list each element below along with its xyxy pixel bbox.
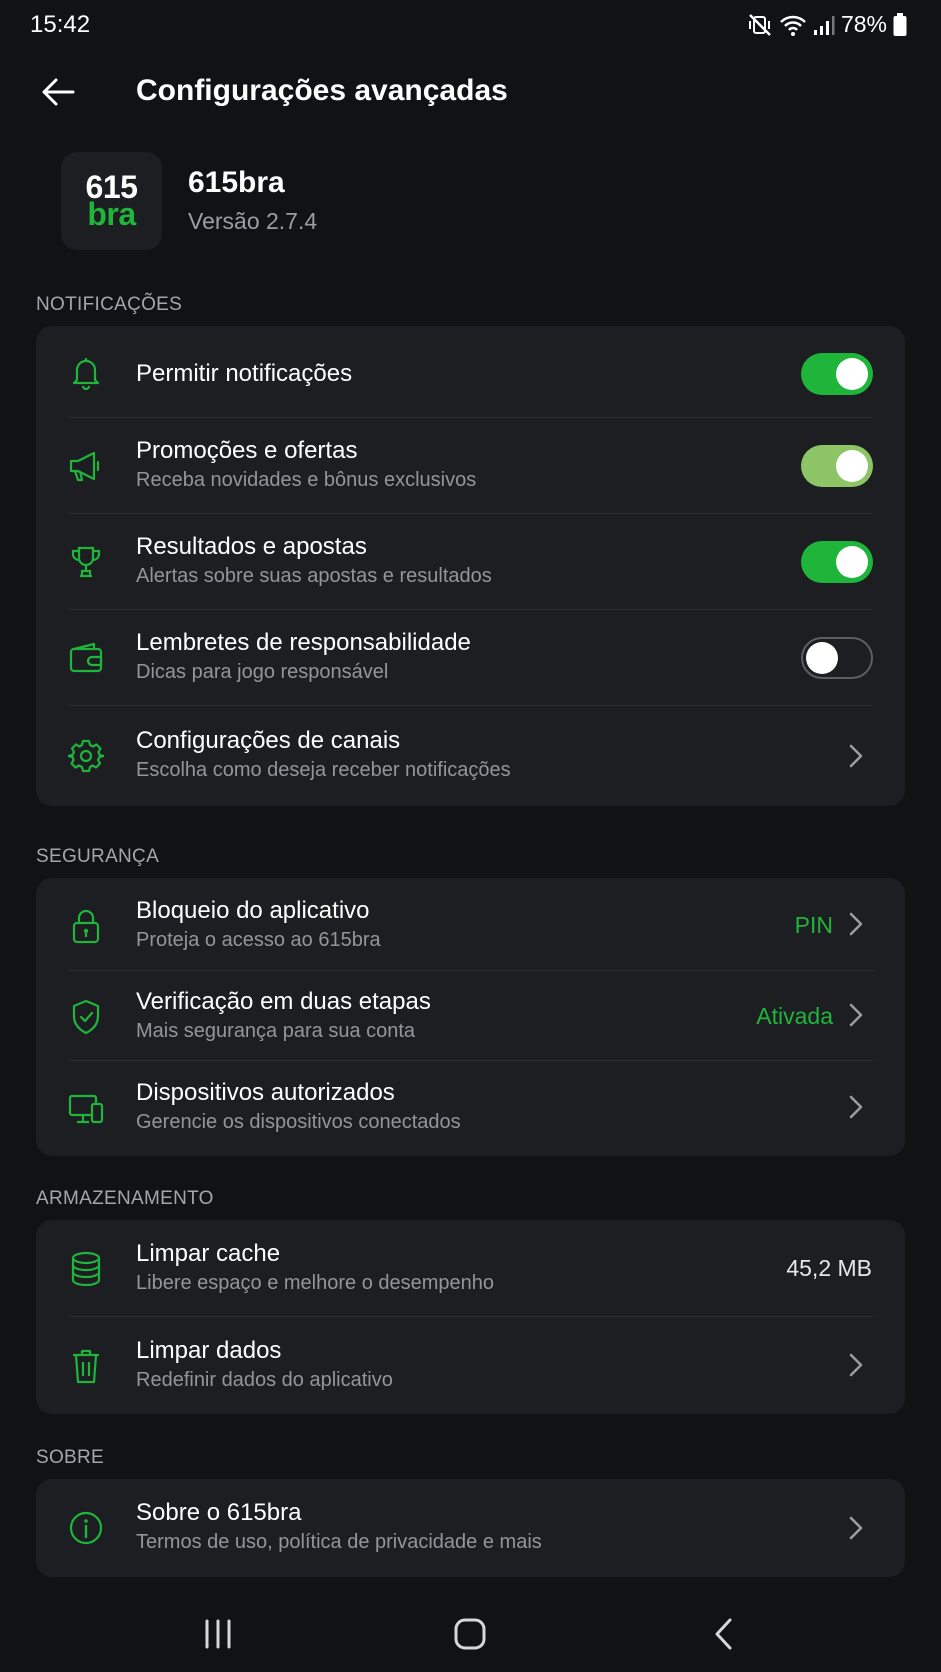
signal-icon xyxy=(813,14,835,36)
notification-row-channels[interactable]: Configurações de canais Escolha como des… xyxy=(36,706,905,806)
about-card: Sobre o 615bra Termos de uso, política d… xyxy=(36,1479,905,1577)
status-bar: 15:42 78% xyxy=(0,0,941,50)
recent-apps-icon xyxy=(205,1619,231,1649)
chevron-right-icon xyxy=(849,744,863,768)
app-logo: 615 bra xyxy=(61,152,162,250)
gear-icon xyxy=(66,736,106,776)
bell-icon xyxy=(66,352,106,392)
chevron-right-icon xyxy=(849,1095,863,1119)
home-icon xyxy=(454,1618,486,1650)
storage-card: Limpar cache Libere espaço e melhore o d… xyxy=(36,1220,905,1414)
security-card: Bloqueio do aplicativo Proteja o acesso … xyxy=(36,878,905,1156)
wallet-icon xyxy=(66,638,106,678)
promotions-toggle[interactable] xyxy=(801,445,873,487)
row-title: Promoções e ofertas xyxy=(136,437,358,464)
megaphone-icon xyxy=(66,446,106,486)
row-title: Bloqueio do aplicativo xyxy=(136,897,370,924)
app-header: 615 bra 615bra Versão 2.7.4 xyxy=(61,152,881,252)
row-subtitle: Alertas sobre suas apostas e resultados xyxy=(136,565,492,587)
section-label-security: SEGURANÇA xyxy=(36,846,160,867)
home-button[interactable] xyxy=(440,1610,500,1658)
database-icon xyxy=(66,1249,106,1289)
notification-row-promotions[interactable]: Promoções e ofertas Receba novidades e b… xyxy=(36,418,905,514)
row-subtitle: Receba novidades e bônus exclusivos xyxy=(136,469,477,491)
notifications-card: Permitir notificações Promoções e oferta… xyxy=(36,326,905,806)
status-time: 15:42 xyxy=(30,11,91,38)
back-button[interactable] xyxy=(36,72,80,112)
mute-vibrate-icon xyxy=(747,13,773,37)
security-row-two-step[interactable]: Verificação em duas etapas Mais seguranç… xyxy=(36,971,905,1061)
row-subtitle: Mais segurança para sua conta xyxy=(136,1020,416,1042)
section-label-about: SOBRE xyxy=(36,1447,105,1468)
row-title: Limpar cache xyxy=(136,1240,281,1267)
chevron-right-icon xyxy=(849,912,863,936)
app-bar: Configurações avançadas xyxy=(0,60,941,122)
app-version: Versão 2.7.4 xyxy=(188,208,318,234)
info-icon xyxy=(66,1508,106,1548)
section-label-notifications: NOTIFICAÇÕES xyxy=(36,294,183,315)
system-nav-bar xyxy=(0,1610,941,1658)
row-title: Dispositivos autorizados xyxy=(136,1079,395,1106)
responsibility-toggle[interactable] xyxy=(801,637,873,679)
recent-apps-button[interactable] xyxy=(188,1610,248,1658)
two-step-value: Ativada xyxy=(756,1003,833,1029)
results-toggle[interactable] xyxy=(801,541,873,583)
shield-icon xyxy=(66,997,106,1037)
storage-row-cache[interactable]: Limpar cache Libere espaço e melhore o d… xyxy=(36,1220,905,1317)
allow-notifications-toggle[interactable] xyxy=(801,353,873,395)
wifi-icon xyxy=(779,13,807,37)
app-name: 615bra xyxy=(188,166,285,199)
battery-icon xyxy=(893,12,907,37)
row-title: Sobre o 615bra xyxy=(136,1499,302,1526)
status-icons: 78% xyxy=(747,11,907,38)
storage-row-data[interactable]: Limpar dados Redefinir dados do aplicati… xyxy=(36,1317,905,1414)
app-lock-value: PIN xyxy=(794,912,833,938)
arrow-left-icon xyxy=(42,78,75,106)
notification-row-results[interactable]: Resultados e apostas Alertas sobre suas … xyxy=(36,514,905,610)
row-title: Limpar dados xyxy=(136,1337,282,1364)
row-subtitle: Termos de uso, política de privacidade e… xyxy=(136,1531,542,1553)
row-title: Permitir notificações xyxy=(136,360,353,387)
about-row[interactable]: Sobre o 615bra Termos de uso, política d… xyxy=(36,1479,905,1577)
logo-text-bottom: bra xyxy=(87,196,136,232)
trash-icon xyxy=(66,1346,106,1386)
row-title: Verificação em duas etapas xyxy=(136,988,431,1015)
security-row-app-lock[interactable]: Bloqueio do aplicativo Proteja o acesso … xyxy=(36,878,905,971)
trophy-icon xyxy=(66,542,106,582)
lock-icon xyxy=(66,906,106,946)
cache-size-value: 45,2 MB xyxy=(786,1255,872,1281)
row-subtitle: Escolha como deseja receber notificações xyxy=(136,759,511,781)
notification-row-responsibility[interactable]: Lembretes de responsabilidade Dicas para… xyxy=(36,610,905,706)
row-title: Lembretes de responsabilidade xyxy=(136,629,471,656)
section-label-storage: ARMAZENAMENTO xyxy=(36,1188,214,1209)
chevron-left-icon xyxy=(715,1618,732,1650)
row-subtitle: Redefinir dados do aplicativo xyxy=(136,1369,393,1391)
battery-percent: 78% xyxy=(840,11,887,37)
row-subtitle: Proteja o acesso ao 615bra xyxy=(136,929,381,951)
row-subtitle: Dicas para jogo responsável xyxy=(136,661,389,683)
row-subtitle: Libere espaço e melhore o desempenho xyxy=(136,1272,495,1294)
chevron-right-icon xyxy=(849,1353,863,1377)
row-subtitle: Gerencie os dispositivos conectados xyxy=(136,1111,461,1133)
page-title: Configurações avançadas xyxy=(136,74,508,107)
nav-back-button[interactable] xyxy=(694,1610,754,1658)
chevron-right-icon xyxy=(849,1516,863,1540)
row-title: Resultados e apostas xyxy=(136,533,367,560)
security-row-devices[interactable]: Dispositivos autorizados Gerencie os dis… xyxy=(36,1061,905,1156)
row-title: Configurações de canais xyxy=(136,727,401,754)
chevron-right-icon xyxy=(849,1003,863,1027)
notification-row-allow[interactable]: Permitir notificações xyxy=(36,326,905,418)
devices-icon xyxy=(66,1089,106,1129)
